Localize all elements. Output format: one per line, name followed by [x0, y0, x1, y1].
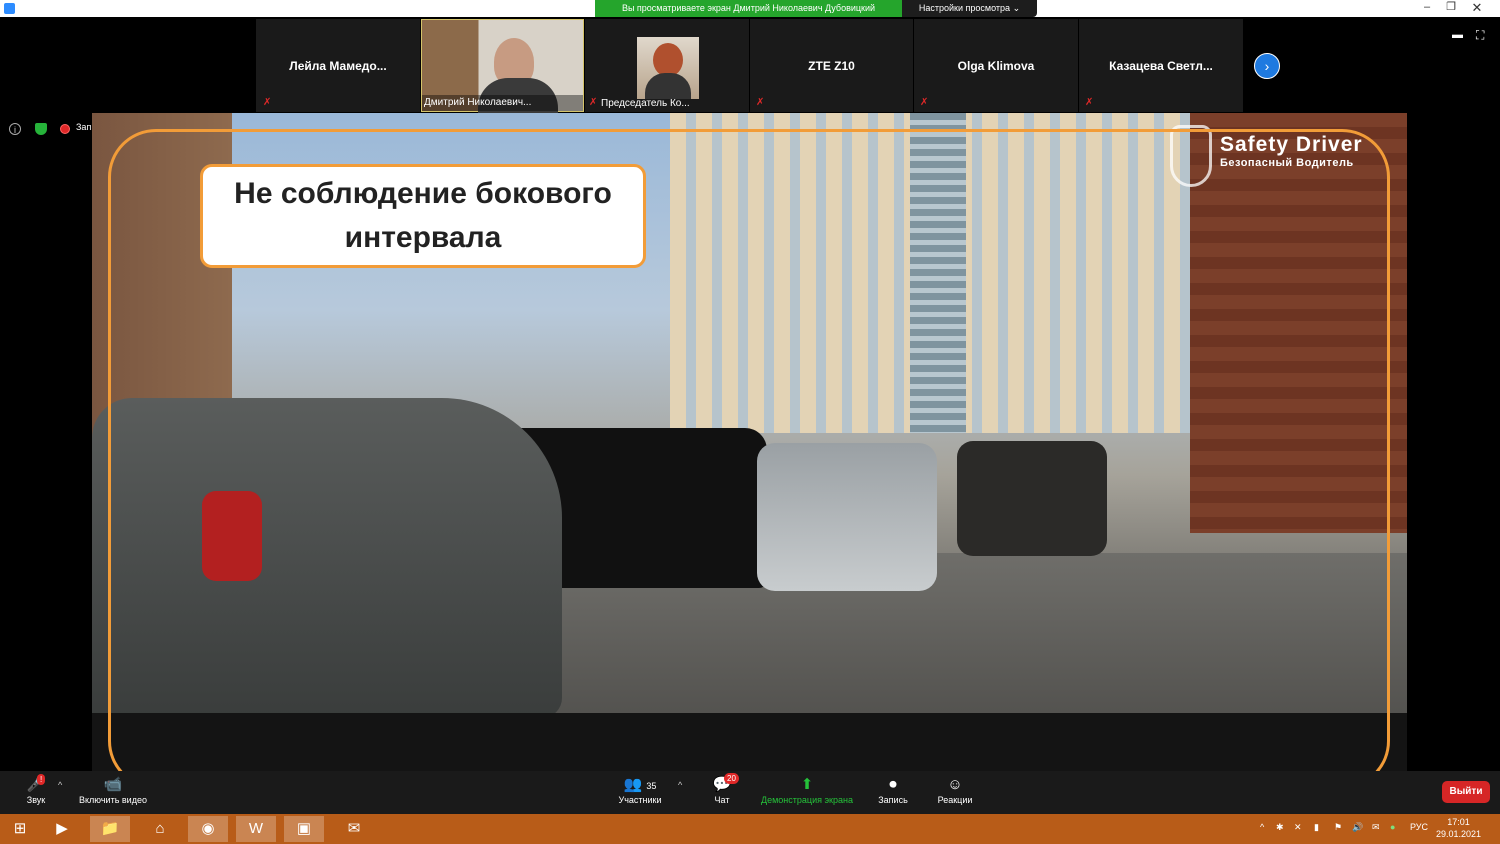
participants-count: 35	[646, 781, 657, 791]
share-label: Демонстрация экрана	[761, 795, 853, 805]
flag-icon[interactable]: ⚑	[1334, 822, 1342, 833]
video-off-icon: 📹	[103, 776, 123, 793]
audio-button[interactable]: 🎤 Звук	[20, 775, 52, 805]
participant-video-tile[interactable]: Дмитрий Николаевич...	[421, 19, 584, 114]
shared-screen: Safety Driver Безопасный Водитель Не соб…	[92, 113, 1407, 771]
participants-icon: 👥 35	[623, 776, 657, 793]
next-participants-button[interactable]: ›	[1254, 53, 1280, 79]
participant-tile[interactable]: Лейла Мамедо... ✗	[256, 19, 420, 112]
word-icon[interactable]: W	[236, 816, 276, 842]
participant-video-tile[interactable]: Председатель Ко... ✗	[585, 19, 749, 112]
encryption-shield-icon[interactable]	[35, 123, 47, 135]
mic-muted-icon: ✗	[1085, 97, 1094, 108]
chrome-icon[interactable]: ◉	[188, 816, 228, 842]
participants-label: Участники	[618, 795, 662, 805]
network-icon[interactable]: ▮	[1314, 822, 1319, 833]
participant-name: Лейла Мамедо...	[289, 59, 387, 73]
audio-label: Звук	[26, 795, 46, 805]
windows-start-icon[interactable]: ⊞	[0, 816, 40, 842]
media-player-icon[interactable]: ▶	[42, 816, 82, 842]
participant-face	[653, 43, 683, 77]
tray-app-icon[interactable]: ✉	[1372, 822, 1380, 833]
tray-overflow-icon[interactable]: ^	[1260, 822, 1264, 832]
participant-name: ZTE Z10	[808, 59, 855, 73]
audio-options-caret-icon[interactable]: ^	[58, 780, 62, 790]
reactions-button[interactable]: ☺ Реакции	[932, 775, 978, 805]
language-indicator[interactable]: РУС	[1410, 822, 1428, 832]
start-video-button[interactable]: 📹 Включить видео	[72, 775, 154, 805]
caption-line: интервала	[344, 221, 502, 254]
leave-meeting-button[interactable]: Выйти	[1442, 781, 1490, 803]
participant-video	[637, 37, 699, 99]
mic-muted-icon: ✗	[756, 97, 765, 108]
clock-date: 29.01.2021	[1436, 829, 1482, 839]
system-clock[interactable]: 17:01 29.01.2021	[1436, 816, 1481, 840]
gallery-layout-icon[interactable]: ▬	[1452, 29, 1463, 41]
record-label: Запись	[878, 795, 908, 805]
security-status-icon[interactable]: ●	[1390, 822, 1395, 832]
participant-tile[interactable]: ZTE Z10 ✗	[750, 19, 913, 112]
recording-icon	[60, 124, 70, 134]
reactions-label: Реакции	[937, 795, 973, 805]
fullscreen-icon[interactable]: ⛶	[1476, 28, 1484, 43]
restore-icon[interactable]: ❐	[1440, 0, 1462, 17]
view-options-label: Настройки просмотра	[918, 3, 1011, 13]
file-explorer-icon[interactable]: 📁	[90, 816, 130, 842]
close-icon[interactable]: ✕	[1466, 0, 1488, 17]
chevron-down-icon: ⌄	[1012, 3, 1021, 13]
mic-muted-icon: ✗	[263, 97, 272, 108]
participant-name: Olga Klimova	[957, 59, 1035, 73]
chat-unread-badge: 20	[724, 773, 739, 784]
participants-options-caret-icon[interactable]: ^	[678, 780, 682, 790]
mic-muted-icon: ✗	[589, 97, 598, 108]
participants-button[interactable]: 👥 35 Участники	[612, 775, 668, 805]
zoom-taskbar-icon[interactable]: ▣	[284, 816, 324, 842]
participant-name: Казацева Светл...	[1109, 59, 1213, 73]
tray-app-icon[interactable]: ✱	[1276, 822, 1284, 833]
participant-name: Дмитрий Николаевич...	[422, 95, 583, 111]
video-label: Включить видео	[79, 795, 147, 805]
record-button[interactable]: ⏺ Запись	[872, 775, 914, 805]
reactions-icon: ☺	[947, 776, 963, 793]
mic-muted-icon: ✗	[920, 97, 929, 108]
participant-tile[interactable]: Казацева Светл... ✗	[1079, 19, 1243, 112]
participant-name: Председатель Ко...	[601, 98, 690, 109]
chevron-right-icon: ›	[1264, 58, 1270, 74]
audio-warning-badge: !	[37, 774, 46, 785]
volume-icon[interactable]: 🔊	[1352, 822, 1363, 833]
record-icon: ⏺	[889, 776, 897, 793]
screen-share-banner: Вы просматриваете экран Дмитрий Николаев…	[595, 0, 902, 17]
outlook-icon[interactable]: ✉	[334, 816, 374, 842]
microphone-icon: 🎤	[26, 776, 46, 793]
view-options-button[interactable]: Настройки просмотра ⌄	[902, 0, 1037, 17]
zoom-app-icon	[4, 3, 15, 14]
participant-tile[interactable]: Olga Klimova ✗	[914, 19, 1078, 112]
share-screen-icon: ⬆	[800, 776, 814, 793]
slide-caption: Не соблюдение бокового интервала	[200, 164, 646, 268]
share-screen-button[interactable]: ⬆ Демонстрация экрана	[752, 775, 862, 805]
caption-line: Не соблюдение бокового	[234, 177, 612, 210]
minimize-icon[interactable]: –	[1416, 0, 1438, 17]
info-icon[interactable]: i	[9, 123, 21, 135]
chat-label: Чат	[714, 795, 730, 805]
clock-time: 17:01	[1447, 817, 1470, 827]
tray-app-icon[interactable]: ✕	[1294, 822, 1302, 833]
home-icon[interactable]: ⌂	[140, 816, 180, 842]
meeting-toolbar	[0, 771, 1500, 814]
